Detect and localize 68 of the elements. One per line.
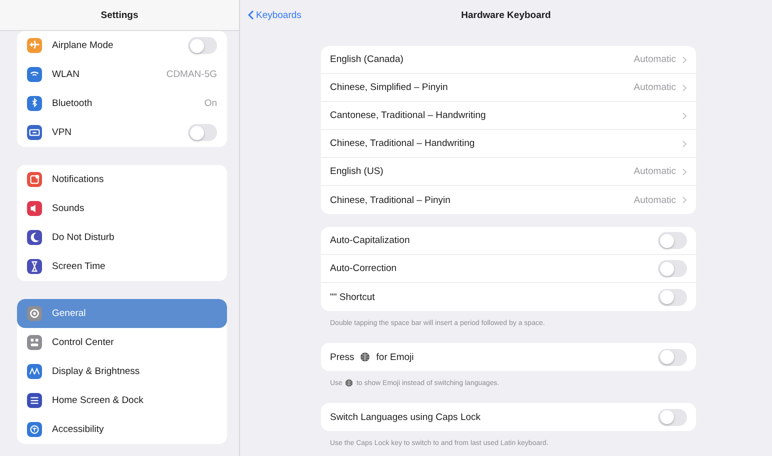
sidebar-item[interactable]: Do Not Disturb xyxy=(17,223,227,252)
option-label: "" Shortcut xyxy=(330,292,375,302)
toggle-switch[interactable] xyxy=(188,124,217,141)
sidebar-title: Settings xyxy=(100,10,138,20)
keyboard-label: Chinese, Traditional – Handwriting xyxy=(330,138,475,149)
option-label: Switch Languages using Caps Lock xyxy=(330,412,481,422)
option-label: Auto-Correction xyxy=(330,263,397,274)
toggle-switch[interactable] xyxy=(658,288,687,306)
sidebar-item-label: Do Not Disturb xyxy=(52,232,116,243)
option-label: Press xyxy=(330,352,354,362)
sidebar-item[interactable]: Bluetooth On xyxy=(17,89,227,118)
sidebar-item-label: General xyxy=(52,308,87,319)
toggle-switch[interactable] xyxy=(658,408,687,426)
keyboard-row[interactable]: Chinese, Traditional – Handwriting xyxy=(321,130,696,158)
sidebar-item-label: VPN xyxy=(52,127,73,138)
option-label: for Emoji xyxy=(376,352,414,362)
sidebar-item-label: Display & Brightness xyxy=(52,366,141,377)
sidebar-item-label: WLAN xyxy=(52,69,80,80)
keyboard-label: Cantonese, Traditional – Handwriting xyxy=(330,110,486,121)
keyboard-label: English (Canada) xyxy=(330,54,404,65)
sidebar-item[interactable]: Screen Time xyxy=(17,252,227,281)
sidebar-item[interactable]: Control Center xyxy=(17,328,227,357)
page-title: Hardware Keyboard xyxy=(461,10,551,20)
sidebar-item[interactable]: WLAN CDMAN-5G xyxy=(17,60,227,89)
keyboard-row[interactable]: English (US) Automatic xyxy=(321,158,696,186)
toggle-switch[interactable] xyxy=(658,260,687,277)
keyboard-value: Automatic xyxy=(634,166,676,177)
chevron-icon xyxy=(682,84,687,92)
sidebar-item-label: Bluetooth xyxy=(52,98,94,109)
sidebar-item-label: Sounds xyxy=(52,203,86,214)
keyboard-row[interactable]: Cantonese, Traditional – Handwriting xyxy=(321,102,696,130)
keyboard-label: Chinese, Traditional – Pinyin xyxy=(330,194,450,206)
sidebar-item[interactable]: Display & Brightness xyxy=(17,357,227,386)
keyboard-row[interactable]: English (Canada) Automatic xyxy=(321,46,696,74)
option-label: Auto-Capitalization xyxy=(330,235,410,246)
chevron-icon xyxy=(682,168,687,176)
sidebar-item-label: Accessibility xyxy=(52,424,105,435)
keyboard-label: Chinese, Simplified – Pinyin xyxy=(330,82,448,93)
item-value: On xyxy=(204,98,217,109)
sidebar-item[interactable]: Airplane Mode xyxy=(17,31,227,60)
sidebar-item-label: Airplane Mode xyxy=(52,40,114,51)
toggle-switch[interactable] xyxy=(188,37,217,54)
toggle-switch[interactable] xyxy=(658,232,687,249)
sidebar-item-label: Notifications xyxy=(52,174,105,185)
sidebar-item[interactable]: Sounds xyxy=(17,194,227,223)
globe-icon xyxy=(345,379,354,387)
back-button[interactable]: Keyboards xyxy=(248,10,302,20)
keyboard-value: Automatic xyxy=(634,194,676,206)
chevron-icon xyxy=(682,196,687,204)
toggle-switch[interactable] xyxy=(658,348,687,366)
item-value: CDMAN-5G xyxy=(166,69,217,80)
chevron-icon xyxy=(682,140,687,148)
chevron-icon xyxy=(682,112,687,120)
back-chevron-icon xyxy=(248,10,254,20)
sidebar-item-label: Control Center xyxy=(52,337,115,348)
sidebar-item-label: Screen Time xyxy=(52,261,106,272)
keyboard-value: Automatic xyxy=(634,82,676,93)
keyboard-value: Automatic xyxy=(634,54,676,65)
keyboard-row[interactable]: Chinese, Simplified – Pinyin Automatic xyxy=(321,74,696,102)
globe-icon xyxy=(360,352,370,362)
sidebar-item-label: Home Screen & Dock xyxy=(52,395,144,406)
chevron-icon xyxy=(682,56,687,64)
sidebar-item[interactable]: VPN xyxy=(17,118,227,147)
sidebar-item[interactable]: Home Screen & Dock xyxy=(17,386,227,415)
sidebar-item[interactable]: Accessibility xyxy=(17,415,227,444)
keyboard-label: English (US) xyxy=(330,166,384,177)
keyboard-row[interactable]: Chinese, Traditional – Pinyin Automatic xyxy=(321,186,696,214)
sidebar-item[interactable]: Notifications xyxy=(17,165,227,194)
